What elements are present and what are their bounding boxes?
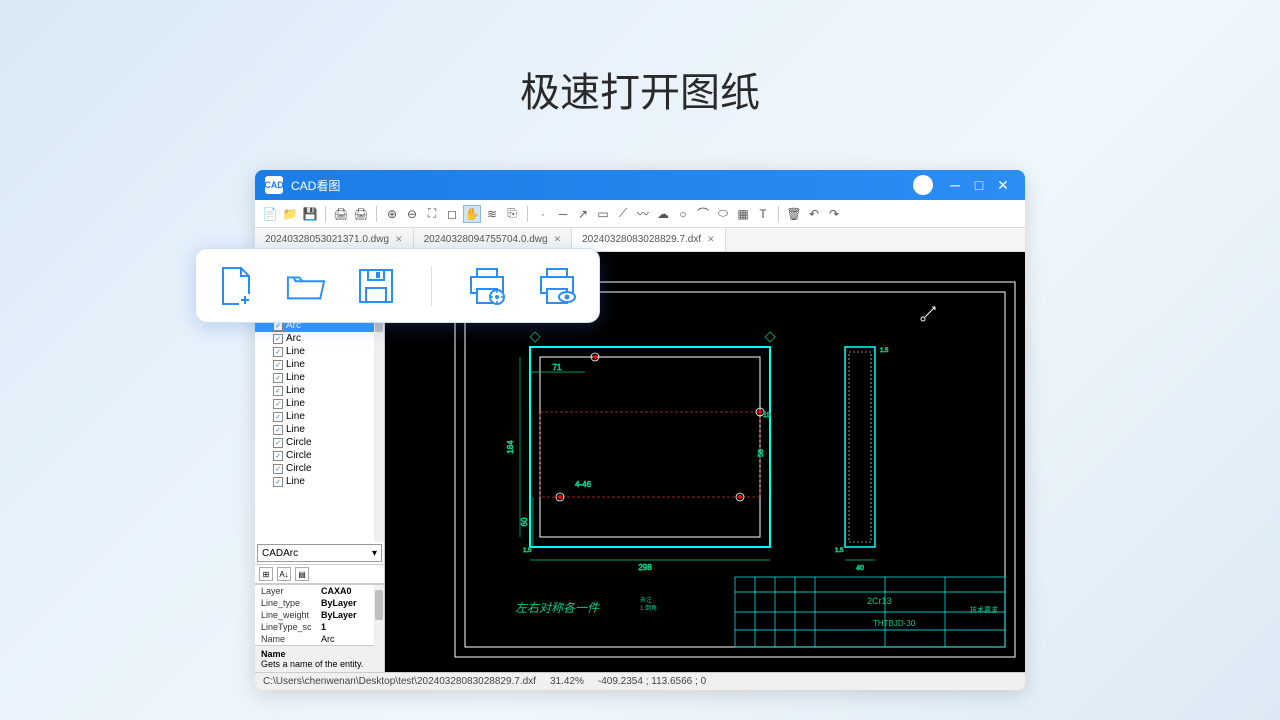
scrollbar[interactable] <box>374 585 384 653</box>
print-icon <box>467 266 507 306</box>
pan-icon[interactable]: ✋ <box>463 205 481 223</box>
svg-text:298: 298 <box>638 563 652 572</box>
property-row[interactable]: NameArc <box>255 633 384 645</box>
property-row[interactable]: LineType_sc1 <box>255 621 384 633</box>
close-icon[interactable]: ✕ <box>707 234 715 245</box>
svg-text:技术要求: 技术要求 <box>970 605 998 614</box>
block-icon[interactable]: ▦ <box>734 205 752 223</box>
help-panel: Name Gets a name of the entity. <box>255 645 384 672</box>
arrow-icon[interactable]: ↗ <box>574 205 592 223</box>
svg-text:THTBJD-30: THTBJD-30 <box>873 619 916 628</box>
feature-callout <box>195 248 600 323</box>
print-preview-icon <box>537 266 577 306</box>
entity-type-dropdown[interactable]: CADArc▾ <box>257 544 382 562</box>
close-icon[interactable]: ✕ <box>554 234 562 245</box>
properties-panel: LayerCAXA0Line_typeByLayerLine_weightByL… <box>255 584 384 645</box>
point-icon[interactable]: · <box>534 205 552 223</box>
app-logo-icon: CAD <box>265 176 283 194</box>
svg-text:1.5: 1.5 <box>835 548 844 554</box>
tree-item[interactable]: ✓Line <box>255 371 384 384</box>
tree-item[interactable]: ✓Arc <box>255 332 384 345</box>
line-icon[interactable]: ─ <box>554 205 572 223</box>
property-row[interactable]: Line_typeByLayer <box>255 597 384 609</box>
svg-text:左右对称各一件: 左右对称各一件 <box>515 601 600 615</box>
svg-text:19: 19 <box>763 412 771 419</box>
pages-icon[interactable]: ▤ <box>295 567 309 581</box>
property-row[interactable]: LayerCAXA0 <box>255 585 384 597</box>
svg-text:60: 60 <box>520 517 529 526</box>
tree-item[interactable]: ✓Line <box>255 423 384 436</box>
svg-text:184: 184 <box>506 440 515 454</box>
tree-item[interactable]: ✓Circle <box>255 436 384 449</box>
tree-item[interactable]: ✓Line <box>255 397 384 410</box>
svg-text:1.5: 1.5 <box>880 348 889 354</box>
svg-text:40: 40 <box>856 565 864 572</box>
tree-item[interactable]: ✓Circle <box>255 462 384 475</box>
maximize-button[interactable]: □ <box>967 173 991 197</box>
tree-item[interactable]: ✓Line <box>255 410 384 423</box>
tree-item[interactable]: ✓Circle <box>255 449 384 462</box>
zoom-window-icon[interactable]: ◻ <box>443 205 461 223</box>
svg-text:未注: 未注 <box>640 596 652 604</box>
help-name: Name <box>261 649 378 659</box>
categorize-icon[interactable]: ⊞ <box>259 567 273 581</box>
zoom-fit-icon[interactable]: ⛶ <box>423 205 441 223</box>
svg-text:1.5: 1.5 <box>523 548 532 554</box>
tree-item[interactable]: ✓Line <box>255 345 384 358</box>
app-name: CAD看图 <box>291 177 340 194</box>
property-toolbar: ⊞ A↓ ▤ <box>255 564 384 584</box>
tree-item[interactable]: ✓Line <box>255 475 384 488</box>
print-icon[interactable]: 🖨 <box>332 205 350 223</box>
cloud-icon[interactable]: ☁ <box>654 205 672 223</box>
undo-icon[interactable]: ↶ <box>805 205 823 223</box>
text-icon[interactable]: T <box>754 205 772 223</box>
svg-text:2Cr13: 2Cr13 <box>867 596 892 606</box>
open-file-icon[interactable]: 📁 <box>281 205 299 223</box>
tab-2[interactable]: 20240328083028829.7.dxf✕ <box>572 228 726 251</box>
svg-text:50: 50 <box>758 449 765 457</box>
statusbar: C:\Users\chenwenan\Desktop\test\20240328… <box>255 672 1025 690</box>
property-row[interactable]: Line_weightByLayer <box>255 609 384 621</box>
export-icon[interactable]: ⎘ <box>503 205 521 223</box>
status-path: C:\Users\chenwenan\Desktop\test\20240328… <box>263 676 536 687</box>
help-desc: Gets a name of the entity. <box>261 659 378 669</box>
layers-icon[interactable]: ≋ <box>483 205 501 223</box>
titlebar: CAD CAD看图 ─ □ ✕ <box>255 170 1025 200</box>
minimize-button[interactable]: ─ <box>943 173 967 197</box>
toolbar: 📄 📁 💾 🖨 🖨 ⊕ ⊖ ⛶ ◻ ✋ ≋ ⎘ · ─ ↗ ▭ ⟋ 〰 ☁ ○ … <box>255 200 1025 228</box>
print-preview-icon[interactable]: 🖨 <box>352 205 370 223</box>
spline-icon[interactable]: 〰 <box>634 205 652 223</box>
status-coords: -409.2354 ; 113.6566 ; 0 <box>598 676 706 687</box>
circle-icon[interactable]: ○ <box>674 205 692 223</box>
status-zoom: 31.42% <box>550 676 584 687</box>
polyline-icon[interactable]: ⟋ <box>614 205 632 223</box>
arc-icon[interactable]: ⌒ <box>694 205 712 223</box>
redo-icon[interactable]: ↷ <box>825 205 843 223</box>
avatar[interactable] <box>913 175 933 195</box>
close-button[interactable]: ✕ <box>991 173 1015 197</box>
rect-icon[interactable]: ▭ <box>594 205 612 223</box>
sort-icon[interactable]: A↓ <box>277 567 291 581</box>
tree-item[interactable]: ✓Line <box>255 384 384 397</box>
svg-text:1.倒角: 1.倒角 <box>640 604 657 612</box>
zoom-out-icon[interactable]: ⊖ <box>403 205 421 223</box>
save-icon[interactable]: 💾 <box>301 205 319 223</box>
close-icon[interactable]: ✕ <box>395 234 403 245</box>
tree-item[interactable]: ✓Line <box>255 358 384 371</box>
page-title: 极速打开图纸 <box>0 60 1280 118</box>
new-file-icon <box>216 266 256 306</box>
svg-text:71: 71 <box>553 363 562 372</box>
new-file-icon[interactable]: 📄 <box>261 205 279 223</box>
delete-icon[interactable]: 🗑 <box>785 205 803 223</box>
svg-text:4-46: 4-46 <box>575 480 592 489</box>
save-icon <box>356 266 396 306</box>
ellipse-icon[interactable]: ⬭ <box>714 205 732 223</box>
zoom-in-icon[interactable]: ⊕ <box>383 205 401 223</box>
open-folder-icon <box>286 266 326 306</box>
